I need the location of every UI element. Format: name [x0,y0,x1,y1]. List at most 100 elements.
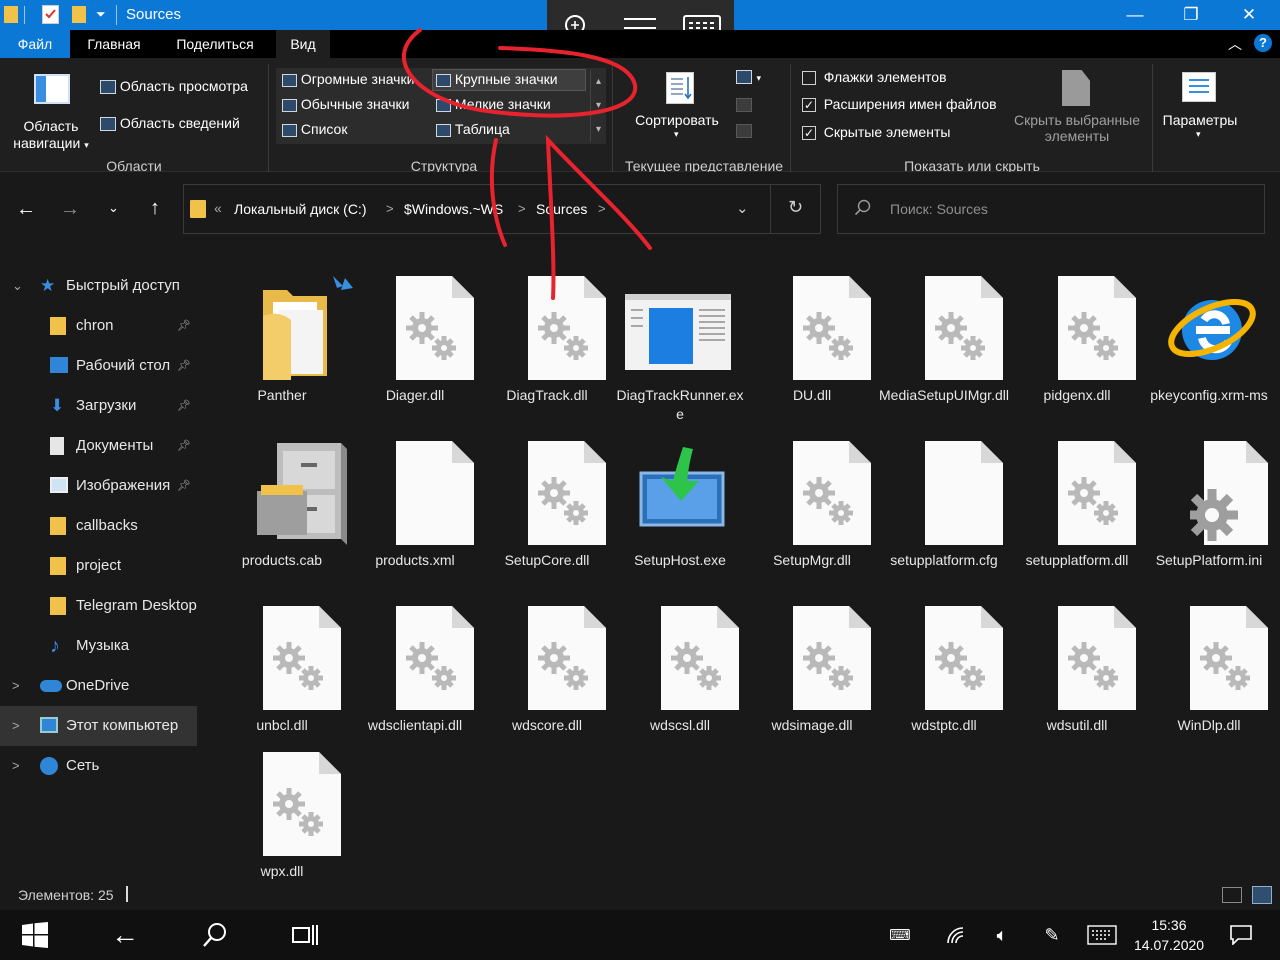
input-method-icon[interactable]: ⌨ [880,910,920,960]
sidebar-item[interactable]: Изображения 📌︎ [0,466,197,506]
tab-home[interactable]: Главная [78,30,150,58]
file-item[interactable]: Panther [217,260,353,420]
file-item[interactable]: DU.dll [747,260,877,420]
details-pane-button[interactable]: Область сведений [100,115,240,132]
checkbox-checked[interactable]: ✓ [802,98,816,113]
file-item[interactable]: pidgenx.dll [1012,260,1142,420]
large-icons-view-icon[interactable] [1252,886,1272,904]
file-item[interactable]: setupplatform.cfg [879,425,1009,585]
sidebar-item[interactable]: > OneDrive [0,666,197,706]
file-item[interactable]: SetupCore.dll [482,425,612,585]
file-item[interactable]: wdstptc.dll [879,590,1009,750]
file-item[interactable]: wdsclientapi.dll [350,590,480,750]
tab-share[interactable]: Поделиться [164,30,266,58]
file-item[interactable]: wdscore.dll [482,590,612,750]
file-item[interactable]: SetupHost.exe [615,425,745,585]
properties-icon[interactable] [42,5,59,24]
breadcrumb-overflow[interactable]: « [214,200,222,216]
collapse-ribbon-icon[interactable]: ︿ [1228,34,1242,54]
sidebar-item[interactable]: Telegram Desktop [0,586,197,626]
sidebar-item[interactable]: chron 📌︎ [0,306,197,346]
close-button[interactable]: ✕ [1226,3,1272,27]
sort-button[interactable]: Сортировать ▾ [622,66,732,150]
up-icon[interactable]: ↑ [150,197,160,220]
file-item[interactable]: products.xml [350,425,480,585]
expand-chevron-icon[interactable]: > [12,746,20,786]
notifications-icon[interactable] [1222,910,1260,960]
minimize-button[interactable]: — [1112,3,1158,27]
tab-file[interactable]: Файл [0,30,70,58]
layout-gallery-scroll[interactable]: ▴ ▾ ▾ [590,70,606,142]
sidebar-item[interactable]: Документы 📌︎ [0,426,197,466]
sidebar-item[interactable]: > Сеть [0,746,197,786]
file-item[interactable]: DiagTrack.dll [482,260,612,420]
sidebar-item[interactable]: Рабочий стол 📌︎ [0,346,197,386]
file-item[interactable]: Diager.dll [350,260,480,420]
customize-qat-icon[interactable]: ⏷ [96,7,106,22]
file-extensions-toggle[interactable]: ✓ Расширения имен файлов [802,96,997,113]
expand-chevron-icon[interactable]: ⌄ [12,266,23,306]
wifi-icon[interactable] [936,910,976,960]
search-icon[interactable] [190,910,240,960]
file-item[interactable]: MediaSetupUIMgr.dll [879,260,1009,420]
pen-icon[interactable]: ✎ [1032,910,1072,960]
sidebar-item[interactable]: project [0,546,197,586]
maximize-button[interactable]: ❐ [1168,3,1214,27]
address-dropdown-icon[interactable]: ⌄ [736,199,749,217]
hide-selected-button[interactable]: Скрыть выбранные элементы [1010,66,1144,150]
file-item[interactable]: pkeyconfig.xrm-ms [1144,260,1274,420]
hidden-items-toggle[interactable]: ✓ Скрытые элементы [802,124,950,141]
clock-time[interactable]: 15:36 [1134,915,1204,935]
layout-large-icons[interactable]: Крупные значки [436,71,558,87]
recent-locations-icon[interactable]: ⌄ [108,200,119,216]
add-columns-button[interactable] [736,96,766,118]
search-box[interactable]: Поиск: Sources [837,184,1265,234]
file-item[interactable]: SetupPlatform.ini [1144,425,1274,585]
layout-small-icons[interactable]: Мелкие значки [436,96,551,112]
touch-keyboard-icon[interactable] [1082,910,1122,960]
file-item[interactable]: products.cab [217,425,347,585]
address-bar[interactable]: « Локальный диск (C:) > $Windows.~WS > S… [183,184,821,234]
navigation-pane-button[interactable]: Область навигации ▾ [8,66,94,151]
file-item[interactable]: wdsutil.dll [1012,590,1142,750]
sidebar-item[interactable]: > Этот компьютер [0,706,197,746]
breadcrumb-item[interactable]: Локальный диск (C:) [234,201,367,217]
expand-chevron-icon[interactable]: > [12,706,20,746]
sidebar-item[interactable]: ♪ Музыка [0,626,197,666]
sidebar-item[interactable]: ⌄ ★ Быстрый доступ [0,266,197,306]
clock-date[interactable]: 14.07.2020 [1134,935,1204,955]
breadcrumb-item[interactable]: $Windows.~WS [404,201,503,217]
file-item[interactable]: wpx.dll [217,736,347,896]
file-item[interactable]: DiagTrackRunner.exe [615,260,745,422]
sidebar-item[interactable]: callbacks [0,506,197,546]
refresh-icon[interactable]: ↻ [788,197,803,218]
layout-list[interactable]: Список [282,121,347,137]
file-item[interactable]: unbcl.dll [217,590,347,750]
task-view-icon[interactable] [280,910,330,960]
breadcrumb-item[interactable]: Sources [536,201,587,217]
tab-view[interactable]: Вид [276,30,330,58]
sidebar-item[interactable]: ⬇ Загрузки 📌︎ [0,386,197,426]
preview-pane-button[interactable]: Область просмотра [100,78,248,95]
forward-icon[interactable]: → [60,198,80,221]
item-checkboxes-toggle[interactable]: Флажки элементов [802,69,947,86]
volume-icon[interactable]: 🔈︎ [982,910,1022,960]
expand-chevron-icon[interactable]: > [12,666,20,706]
details-view-icon[interactable] [1222,887,1242,903]
group-by-button[interactable]: ▾ [736,68,766,90]
size-columns-button[interactable] [736,122,766,144]
layout-details[interactable]: Таблица [436,121,510,137]
file-item[interactable]: wdsimage.dll [747,590,877,750]
options-button[interactable]: Параметры ▾ [1158,66,1242,150]
layout-huge-icons[interactable]: Огромные значки [282,71,414,87]
help-icon[interactable]: ? [1254,34,1272,52]
layout-medium-icons[interactable]: Обычные значки [282,96,410,112]
file-item[interactable]: wdscsl.dll [615,590,745,750]
back-icon[interactable]: ← [100,910,150,960]
start-icon[interactable] [10,910,60,960]
file-item[interactable]: SetupMgr.dll [747,425,877,585]
checkbox[interactable] [802,71,816,86]
new-folder-icon[interactable] [72,6,86,23]
checkbox-checked[interactable]: ✓ [802,126,816,141]
file-item[interactable]: WinDlp.dll [1144,590,1274,750]
